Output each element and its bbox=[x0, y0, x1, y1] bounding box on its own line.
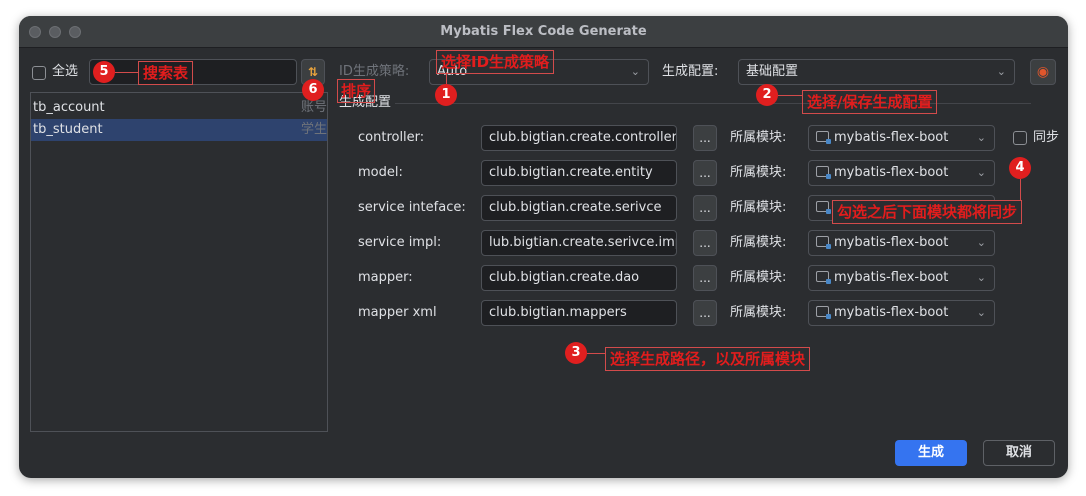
row-label: mapper xml bbox=[358, 305, 437, 320]
row-label: service inteface: bbox=[358, 200, 466, 215]
package-input[interactable]: club.bigtian.create.dao bbox=[481, 265, 677, 291]
chevron-down-icon: ⌄ bbox=[976, 271, 986, 284]
annotation-badge-2: 2 bbox=[756, 84, 778, 106]
module-select[interactable]: mybatis-flex-boot ⌄ bbox=[808, 160, 995, 186]
select-all-label: 全选 bbox=[52, 64, 79, 79]
module-value: mybatis-flex-boot bbox=[834, 130, 949, 145]
chevron-down-icon: ⌄ bbox=[976, 236, 986, 249]
chevron-down-icon: ⌄ bbox=[976, 306, 986, 319]
package-input[interactable]: club.bigtian.create.controller bbox=[481, 125, 677, 151]
module-icon bbox=[816, 271, 831, 284]
annotation-badge-3: 3 bbox=[565, 342, 587, 364]
table-name: tb_student bbox=[33, 122, 103, 137]
browse-button[interactable]: ... bbox=[693, 230, 717, 256]
row-label: mapper: bbox=[358, 270, 413, 285]
generate-button[interactable]: 生成 bbox=[895, 440, 967, 466]
module-icon bbox=[816, 236, 831, 249]
title-bar: Mybatis Flex Code Generate bbox=[19, 16, 1068, 48]
annotation-path: 选择生成路径，以及所属模块 bbox=[605, 347, 811, 371]
table-comment: 学生 bbox=[300, 122, 327, 137]
browse-button[interactable]: ... bbox=[693, 125, 717, 151]
table-list: tb_account 账号 tb_student 学生 bbox=[30, 92, 328, 432]
browse-button[interactable]: ... bbox=[693, 265, 717, 291]
module-icon bbox=[816, 201, 831, 214]
annotation-connector bbox=[115, 72, 138, 73]
annotation-badge-6: 6 bbox=[302, 79, 324, 101]
sync-checkbox[interactable] bbox=[1013, 131, 1027, 145]
annotation-badge-4: 4 bbox=[1009, 157, 1031, 179]
annotation-config: 选择/保存生成配置 bbox=[802, 90, 938, 114]
module-select[interactable]: mybatis-flex-boot ⌄ bbox=[808, 265, 995, 291]
config-label: 生成配置: bbox=[662, 64, 719, 79]
row-label: controller: bbox=[358, 130, 425, 145]
table-name: tb_account bbox=[33, 100, 105, 115]
module-label: 所属模块: bbox=[730, 200, 787, 215]
annotation-badge-5: 5 bbox=[93, 61, 115, 83]
table-row[interactable]: tb_account 账号 bbox=[31, 97, 327, 119]
settings-icon[interactable]: ◉ bbox=[1030, 59, 1056, 85]
module-label: 所属模块: bbox=[730, 305, 787, 320]
chevron-down-icon: ⌄ bbox=[996, 65, 1006, 78]
module-value: mybatis-flex-boot bbox=[834, 270, 949, 285]
sync-label: 同步 bbox=[1033, 130, 1060, 145]
chevron-down-icon: ⌄ bbox=[976, 131, 986, 144]
row-label: model: bbox=[358, 165, 403, 180]
module-select[interactable]: mybatis-flex-boot ⌄ bbox=[808, 300, 995, 326]
package-input[interactable]: club.bigtian.mappers bbox=[481, 300, 677, 326]
module-icon bbox=[816, 306, 831, 319]
annotation-connector bbox=[446, 72, 447, 84]
module-value: mybatis-flex-boot bbox=[834, 165, 949, 180]
module-icon bbox=[816, 131, 831, 144]
row-label: service impl: bbox=[358, 235, 442, 250]
module-value: mybatis-flex-boot bbox=[834, 235, 949, 250]
module-label: 所属模块: bbox=[730, 235, 787, 250]
module-label: 所属模块: bbox=[730, 270, 787, 285]
annotation-connector bbox=[587, 353, 605, 354]
package-input[interactable]: club.bigtian.create.serivce bbox=[481, 195, 677, 221]
annotation-badge-1: 1 bbox=[435, 84, 457, 106]
browse-button[interactable]: ... bbox=[693, 195, 717, 221]
browse-button[interactable]: ... bbox=[693, 300, 717, 326]
module-select[interactable]: mybatis-flex-boot ⌄ bbox=[808, 125, 995, 151]
annotation-connector bbox=[778, 95, 802, 96]
annotation-connector bbox=[1020, 179, 1021, 200]
annotation-id-strategy: 选择ID生成策略 bbox=[436, 50, 555, 74]
generator-dialog: Mybatis Flex Code Generate 全选 ⇅ tb_accou… bbox=[19, 16, 1068, 478]
module-value: mybatis-flex-boot bbox=[834, 305, 949, 320]
chevron-down-icon: ⌄ bbox=[630, 65, 640, 78]
package-input[interactable]: lub.bigtian.create.serivce.impl bbox=[481, 230, 677, 256]
cancel-button[interactable]: 取消 bbox=[983, 440, 1055, 466]
module-label: 所属模块: bbox=[730, 130, 787, 145]
module-icon bbox=[816, 166, 831, 179]
annotation-sort: 排序 bbox=[337, 79, 376, 103]
window-title: Mybatis Flex Code Generate bbox=[440, 24, 647, 39]
select-all-checkbox[interactable] bbox=[32, 66, 46, 80]
package-input[interactable]: club.bigtian.create.entity bbox=[481, 160, 677, 186]
module-label: 所属模块: bbox=[730, 165, 787, 180]
config-value: 基础配置 bbox=[746, 64, 799, 79]
config-select[interactable]: 基础配置 ⌄ bbox=[738, 59, 1015, 85]
annotation-search: 搜索表 bbox=[138, 61, 194, 85]
annotation-sync: 勾选之后下面模块都将同步 bbox=[832, 200, 1023, 224]
browse-button[interactable]: ... bbox=[693, 160, 717, 186]
module-select[interactable]: mybatis-flex-boot ⌄ bbox=[808, 230, 995, 256]
table-row-selected[interactable]: tb_student 学生 bbox=[31, 119, 327, 141]
chevron-down-icon: ⌄ bbox=[976, 166, 986, 179]
